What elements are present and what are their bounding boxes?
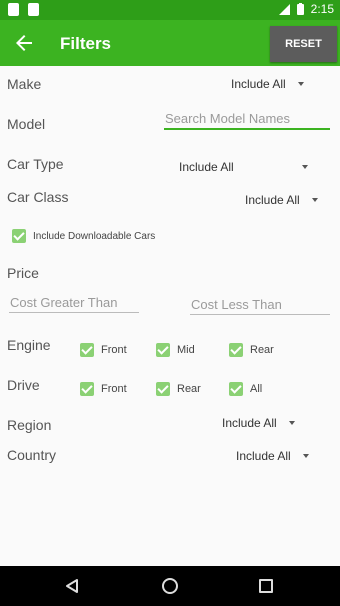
model-search-input[interactable]: [164, 108, 330, 130]
checkbox-checked-icon: [229, 343, 243, 357]
drive-rear-label: Rear: [177, 383, 201, 395]
checkbox-checked-icon: [229, 382, 243, 396]
clock: 2:15: [310, 2, 334, 16]
reset-button[interactable]: RESET: [270, 26, 337, 62]
car-class-dropdown[interactable]: Include All: [245, 193, 318, 207]
country-label: Country: [7, 447, 57, 463]
checkbox-checked-icon: [80, 343, 94, 357]
drive-front-checkbox[interactable]: Front: [80, 382, 127, 396]
engine-label: Engine: [7, 337, 51, 353]
checkbox-checked-icon: [156, 343, 170, 357]
region-value: Include All: [222, 416, 277, 430]
checkbox-checked-icon: [80, 382, 94, 396]
downloadable-checkbox[interactable]: Include Downloadable Cars: [12, 229, 155, 243]
make-label: Make: [7, 76, 42, 92]
model-label: Model: [7, 116, 46, 132]
notification-icon: [8, 3, 19, 16]
engine-front-label: Front: [101, 344, 127, 356]
battery-icon: [296, 3, 304, 15]
nav-home-icon[interactable]: [162, 578, 178, 594]
system-nav-bar: [0, 566, 340, 606]
country-dropdown[interactable]: Include All: [236, 449, 309, 463]
car-class-label: Car Class: [7, 189, 69, 205]
engine-rear-label: Rear: [250, 344, 274, 356]
car-type-dropdown[interactable]: Include All: [179, 160, 308, 174]
region-dropdown[interactable]: Include All: [222, 416, 295, 430]
drive-rear-checkbox[interactable]: Rear: [156, 382, 201, 396]
engine-mid-checkbox[interactable]: Mid: [156, 343, 195, 357]
car-type-value: Include All: [179, 160, 234, 174]
back-arrow-icon[interactable]: [12, 31, 36, 55]
price-label: Price: [7, 265, 39, 281]
android-icon: [28, 3, 39, 16]
drive-front-label: Front: [101, 383, 127, 395]
checkbox-checked-icon: [156, 382, 170, 396]
car-class-value: Include All: [245, 193, 300, 207]
signal-icon: [278, 3, 290, 15]
engine-front-checkbox[interactable]: Front: [80, 343, 127, 357]
country-value: Include All: [236, 449, 291, 463]
status-bar: 2:15: [0, 0, 340, 20]
drive-label: Drive: [7, 377, 40, 393]
dropdown-arrow-icon: [288, 421, 295, 425]
dropdown-arrow-icon: [302, 454, 309, 458]
cost-less-than-input[interactable]: [190, 294, 330, 315]
make-dropdown[interactable]: Include All: [231, 77, 304, 91]
nav-recent-apps-icon[interactable]: [259, 579, 273, 593]
region-label: Region: [7, 417, 52, 433]
nav-back-icon[interactable]: [64, 578, 80, 594]
dropdown-arrow-icon: [297, 82, 304, 86]
cost-greater-than-input[interactable]: [9, 292, 139, 313]
engine-rear-checkbox[interactable]: Rear: [229, 343, 274, 357]
dropdown-arrow-icon: [311, 198, 318, 202]
dropdown-arrow-icon: [301, 165, 308, 169]
engine-mid-label: Mid: [177, 344, 195, 356]
drive-all-checkbox[interactable]: All: [229, 382, 262, 396]
checkbox-checked-icon: [12, 229, 26, 243]
drive-all-label: All: [250, 383, 263, 395]
car-type-label: Car Type: [7, 156, 64, 172]
downloadable-label: Include Downloadable Cars: [33, 230, 156, 242]
page-title: Filters: [60, 34, 112, 53]
make-value: Include All: [231, 77, 286, 91]
